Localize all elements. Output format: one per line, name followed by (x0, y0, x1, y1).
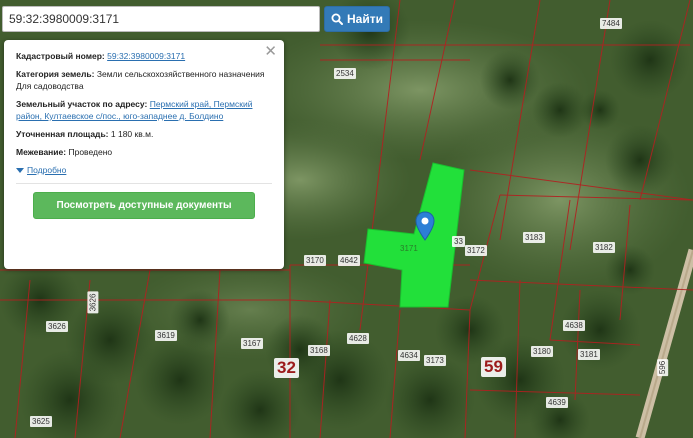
plot-label: 4639 (546, 397, 568, 408)
plot-label: 3168 (308, 345, 330, 356)
view-documents-button[interactable]: Посмотреть доступные документы (33, 192, 255, 219)
plot-label: 33 (452, 236, 465, 247)
parcel-info-popup: ✕ Кадастровый номер: 59:32:3980009:3171 … (4, 40, 284, 269)
search-button[interactable]: Найти (324, 6, 390, 32)
category-label: Категория земель: (16, 69, 95, 79)
plot-label: 4628 (347, 333, 369, 344)
cadastral-link[interactable]: 59:32:3980009:3171 (107, 51, 185, 61)
plot-label: 3619 (155, 330, 177, 341)
plot-label: 7484 (600, 18, 622, 29)
search-icon (331, 13, 343, 25)
quarter-label: 32 (274, 358, 299, 378)
cadastral-label: Кадастровый номер: (16, 51, 105, 61)
close-icon[interactable]: ✕ (264, 44, 277, 59)
plot-label: 3625 (30, 416, 52, 427)
category-value: Земли сельскохозяйственного назначения (96, 69, 265, 79)
survey-label: Межевание: (16, 147, 67, 157)
category-row: Категория земель: Земли сельскохозяйстве… (16, 68, 272, 92)
plot-label: 4634 (398, 350, 420, 361)
usage-value: Для садоводства (16, 81, 84, 91)
cadastral-row: Кадастровый номер: 59:32:3980009:3171 (16, 50, 272, 62)
plot-label: 596 (657, 358, 669, 377)
area-label: Уточненная площадь: (16, 129, 109, 139)
divider (16, 183, 272, 184)
plot-label: 3626 (46, 321, 68, 332)
plot-label: 3183 (523, 232, 545, 243)
address-row: Земельный участок по адресу: Пермский кр… (16, 98, 272, 122)
survey-row: Межевание: Проведено (16, 146, 272, 158)
location-pin-icon[interactable] (415, 211, 435, 241)
plot-label: 3180 (531, 346, 553, 357)
address-label: Земельный участок по адресу: (16, 99, 148, 109)
caret-down-icon (16, 167, 24, 173)
selected-plot-label: 3171 (400, 244, 418, 253)
survey-value: Проведено (68, 147, 113, 157)
search-button-label: Найти (347, 12, 383, 26)
details-link[interactable]: Подробно (27, 164, 66, 176)
plot-label: 3172 (465, 245, 487, 256)
plot-label: 4638 (563, 320, 585, 331)
plot-label: 3170 (304, 255, 326, 266)
plot-label: 3182 (593, 242, 615, 253)
plot-label: 3626 (87, 291, 99, 314)
details-toggle[interactable]: Подробно (16, 164, 272, 176)
plot-label: 3181 (578, 349, 600, 360)
area-value: 1 180 кв.м. (110, 129, 154, 139)
plot-label: 4642 (338, 255, 360, 266)
quarter-label: 59 (481, 357, 506, 377)
plot-label: 3173 (424, 355, 446, 366)
area-row: Уточненная площадь: 1 180 кв.м. (16, 128, 272, 140)
plot-label: 3167 (241, 338, 263, 349)
search-input[interactable]: 59:32:3980009:3171 (2, 6, 320, 32)
plot-label: 2534 (334, 68, 356, 79)
